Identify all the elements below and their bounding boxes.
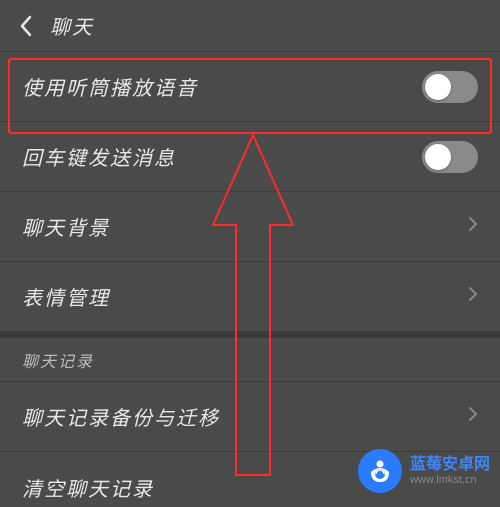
- watermark-logo-icon: [358, 449, 402, 493]
- chevron-right-icon: [468, 286, 478, 307]
- row-earpiece-audio[interactable]: 使用听筒播放语音: [0, 52, 500, 122]
- row-enter-send[interactable]: 回车键发送消息: [0, 122, 500, 192]
- page-title: 聊天: [50, 11, 94, 40]
- row-label: 表情管理: [22, 282, 468, 311]
- watermark-subtitle: www.lmkst.cn: [410, 474, 490, 486]
- row-label: 聊天记录备份与迁移: [22, 402, 468, 431]
- header-bar: 聊天: [0, 0, 500, 52]
- chevron-right-icon: [468, 216, 478, 237]
- toggle-knob: [425, 74, 451, 100]
- row-sticker-manage[interactable]: 表情管理: [0, 262, 500, 332]
- row-label: 使用听筒播放语音: [22, 72, 422, 101]
- watermark: 蓝莓安卓网 www.lmkst.cn: [358, 449, 490, 493]
- row-label: 聊天背景: [22, 212, 468, 241]
- toggle-enter-send[interactable]: [422, 141, 478, 173]
- row-label: 回车键发送消息: [22, 142, 422, 171]
- chevron-right-icon: [468, 406, 478, 427]
- watermark-title: 蓝莓安卓网: [410, 456, 490, 474]
- toggle-knob: [425, 144, 451, 170]
- chevron-left-icon: [19, 15, 33, 37]
- row-records-backup[interactable]: 聊天记录备份与迁移: [0, 382, 500, 452]
- back-button[interactable]: [14, 14, 38, 38]
- section-header-records: 聊天记录: [0, 332, 500, 382]
- row-chat-background[interactable]: 聊天背景: [0, 192, 500, 262]
- toggle-earpiece[interactable]: [422, 71, 478, 103]
